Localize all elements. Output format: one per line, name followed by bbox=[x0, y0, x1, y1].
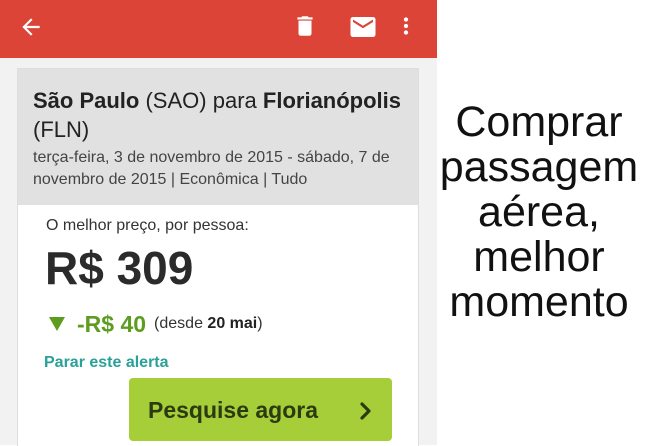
trash-icon[interactable] bbox=[292, 13, 318, 39]
chevron-right-icon bbox=[360, 402, 371, 420]
price-drop-amount: -R$ 40 bbox=[77, 310, 147, 337]
since-prefix: (desde bbox=[154, 315, 203, 332]
route-connector: para bbox=[212, 88, 257, 113]
mail-icon[interactable] bbox=[348, 12, 378, 42]
more-vert-icon[interactable] bbox=[393, 13, 419, 39]
destination-city: Florianópolis bbox=[262, 88, 402, 113]
search-now-button[interactable]: Pesquise agora bbox=[129, 378, 392, 441]
app-bar bbox=[0, 0, 437, 58]
price-drop: -R$ 40 (desde 20 mai) bbox=[49, 309, 263, 339]
card-header: São Paulo (SAO) para Florianópolis (FLN)… bbox=[18, 69, 418, 205]
destination-code: (FLN) bbox=[33, 117, 90, 142]
trip-details: terça-feira, 3 de novembro de 2015 - sáb… bbox=[33, 149, 390, 188]
stop-alert-link[interactable]: Parar este alerta bbox=[44, 354, 169, 372]
price-value: R$ 309 bbox=[45, 242, 194, 294]
price-label: O melhor preço, por pessoa: bbox=[46, 217, 249, 234]
origin-city: São Paulo bbox=[33, 88, 140, 113]
price-drop-since: (desde 20 mai) bbox=[154, 315, 263, 333]
fare-alert-card: São Paulo (SAO) para Florianópolis (FLN)… bbox=[17, 68, 419, 446]
arrow-back-icon[interactable] bbox=[18, 14, 44, 40]
route-title: São Paulo (SAO) para Florianópolis (FLN) bbox=[33, 86, 408, 144]
search-now-label: Pesquise agora bbox=[148, 397, 319, 423]
caption-text: Comprar passagem aérea, melhor momento bbox=[439, 98, 639, 326]
since-date: 20 mai bbox=[207, 315, 258, 332]
origin-code: (SAO) bbox=[145, 88, 207, 113]
since-suffix: ) bbox=[257, 315, 263, 332]
triangle-down-icon bbox=[49, 317, 65, 331]
